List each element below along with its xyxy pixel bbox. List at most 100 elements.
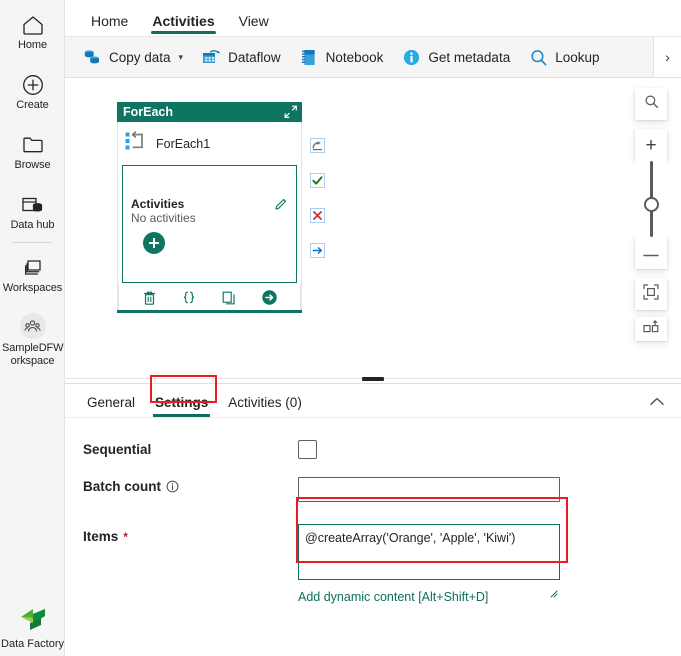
sidebar-item-browse[interactable]: Browse	[0, 126, 65, 176]
dataflow-icon	[201, 47, 221, 67]
home-icon	[2, 12, 63, 38]
fit-to-screen-icon	[643, 283, 659, 305]
tab-label: General	[87, 395, 136, 410]
field-row-items: Items * Add dynamic content [Alt+Shift+D…	[83, 524, 681, 606]
sidebar-item-create[interactable]: Create	[0, 66, 65, 116]
ribbon-tab-strip: Home Activities View	[65, 0, 681, 36]
items-label: Items *	[83, 524, 298, 544]
batch-count-label: Batch count	[83, 477, 298, 494]
lookup-button[interactable]: Lookup	[519, 43, 608, 71]
sidebar-item-home[interactable]: Home	[0, 6, 65, 56]
required-marker: *	[123, 529, 128, 544]
zoom-slider[interactable]	[635, 161, 667, 237]
sidebar-item-label: Data hub	[10, 219, 55, 231]
left-navigation-rail: Home Create Browse Data hub Workspaces S…	[0, 0, 65, 656]
on-skip-connector[interactable]	[310, 138, 325, 153]
folder-icon	[2, 132, 63, 158]
tab-label: Settings	[155, 395, 209, 410]
batch-count-input[interactable]	[298, 477, 560, 502]
workspaces-icon	[2, 255, 63, 281]
sidebar-item-data-hub[interactable]: Data hub	[0, 186, 65, 236]
chevron-right-icon: ›	[665, 49, 670, 65]
auto-layout-button[interactable]	[635, 317, 667, 341]
magnifier-icon	[644, 94, 659, 114]
command-label: Notebook	[325, 49, 384, 65]
get-metadata-button[interactable]: Get metadata	[392, 43, 519, 71]
sidebar-item-workspaces[interactable]: Workspaces	[0, 249, 65, 299]
notebook-button[interactable]: Notebook	[290, 43, 393, 71]
tab-home[interactable]: Home	[79, 13, 140, 36]
sequential-label: Sequential	[83, 440, 298, 457]
tab-activities[interactable]: Activities (0)	[218, 395, 312, 418]
zoom-search-button[interactable]	[635, 88, 667, 120]
properties-tab-strip: General Settings Activities (0)	[65, 386, 681, 418]
foreach-activity-card[interactable]: ForEach ForEach1 Activities No activitie…	[117, 102, 302, 313]
collapse-panel-button[interactable]	[645, 392, 669, 412]
on-success-connector[interactable]	[310, 173, 325, 188]
code-braces-icon[interactable]	[181, 290, 197, 306]
zoom-in-button[interactable]: +	[635, 129, 667, 161]
notebook-icon	[299, 47, 319, 67]
tab-label: Activities	[152, 13, 215, 29]
status-connectors	[310, 138, 325, 258]
add-dynamic-content-link[interactable]: Add dynamic content [Alt+Shift+D]	[298, 590, 488, 604]
zoom-out-button[interactable]	[635, 237, 667, 269]
product-label: Data Factory	[1, 638, 64, 650]
items-input[interactable]	[298, 524, 560, 580]
sidebar-item-sample-workspace[interactable]: SampleDFW orkspace	[0, 307, 65, 372]
canvas-zoom-controls: +	[635, 88, 667, 341]
tab-label: Activities (0)	[228, 395, 302, 410]
panel-splitter[interactable]	[65, 375, 681, 384]
tab-settings[interactable]: Settings	[145, 395, 218, 418]
copy-icon[interactable]	[221, 290, 237, 306]
slider-thumb[interactable]	[643, 197, 659, 212]
chevron-down-icon[interactable]: ▾	[179, 52, 184, 63]
tab-view[interactable]: View	[227, 13, 281, 36]
tab-activities[interactable]: Activities	[140, 13, 226, 36]
label-text: Batch count	[83, 479, 162, 494]
get-metadata-icon	[401, 47, 421, 67]
sequential-checkbox[interactable]	[298, 440, 317, 459]
expand-collapse-arrows-icon[interactable]	[283, 105, 298, 119]
command-label: Get metadata	[428, 49, 511, 65]
command-label: Dataflow	[228, 49, 281, 65]
resize-handle-icon[interactable]	[549, 585, 558, 603]
copy-data-button[interactable]: Copy data ▾	[73, 43, 192, 71]
lookup-icon	[528, 47, 548, 67]
delete-icon[interactable]	[142, 290, 157, 306]
on-completion-connector[interactable]	[310, 243, 325, 258]
arrow-right-circle-icon[interactable]	[261, 289, 278, 306]
tab-general[interactable]: General	[77, 395, 145, 418]
dataflow-button[interactable]: Dataflow	[192, 43, 290, 71]
activity-body: ForEach1 Activities No activities	[117, 122, 302, 310]
rail-divider	[12, 242, 52, 243]
add-activity-button[interactable]	[143, 232, 165, 254]
sidebar-item-label: Workspaces	[2, 282, 63, 294]
label-text: Sequential	[83, 442, 152, 457]
inner-activities-title: Activities	[131, 197, 185, 211]
activity-footer-bar	[117, 310, 302, 313]
tab-label: View	[238, 13, 269, 29]
pencil-icon[interactable]	[274, 197, 288, 216]
minus-icon	[643, 244, 659, 262]
data-factory-logo	[16, 609, 50, 636]
copy-data-icon	[82, 47, 102, 67]
on-failure-connector[interactable]	[310, 208, 325, 223]
sidebar-item-label: Browse	[14, 159, 51, 171]
inner-activities-subtitle: No activities	[131, 211, 196, 225]
product-badge[interactable]: Data Factory	[0, 604, 65, 650]
items-field-wrap: Add dynamic content [Alt+Shift+D]	[298, 524, 560, 606]
field-row-sequential: Sequential	[83, 440, 681, 459]
info-icon[interactable]	[166, 480, 179, 493]
data-factory-pipeline-editor: Home Create Browse Data hub Workspaces S…	[0, 0, 681, 656]
activity-action-row	[118, 283, 301, 310]
splitter-grip[interactable]	[362, 377, 384, 381]
pipeline-canvas[interactable]: ForEach ForEach1 Activities No activitie…	[65, 78, 681, 375]
sidebar-item-label: Home	[18, 39, 47, 51]
ribbon-overflow-button[interactable]: ›	[653, 37, 681, 77]
command-label: Copy data	[109, 49, 171, 65]
label-text: Items	[83, 529, 119, 544]
inner-activities-container[interactable]: Activities No activities	[122, 165, 297, 283]
fit-to-screen-button[interactable]	[635, 278, 667, 310]
data-hub-icon	[2, 192, 63, 218]
